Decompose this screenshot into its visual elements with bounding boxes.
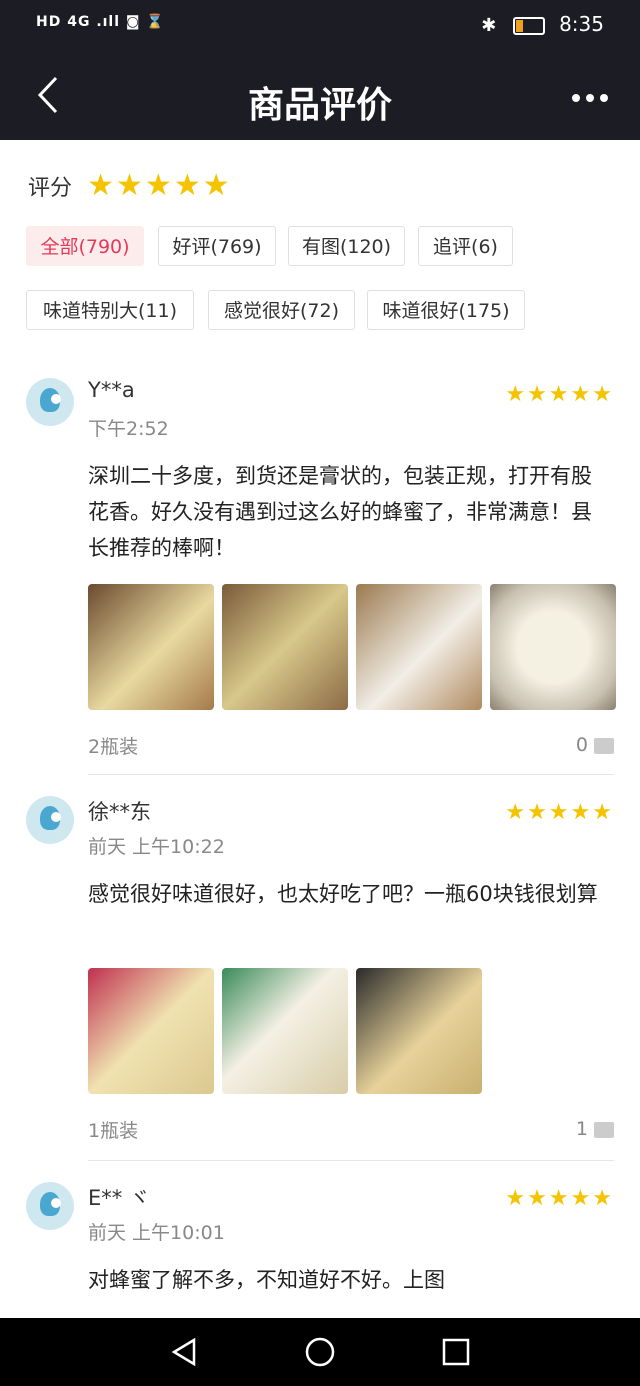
bluetooth-icon: ✱ bbox=[481, 15, 497, 36]
avatar[interactable] bbox=[26, 1182, 74, 1230]
rating-stars: ★★★★★ bbox=[87, 168, 232, 203]
review-time: 前天 上午10:22 bbox=[88, 836, 225, 858]
like-count-value: 0 bbox=[575, 734, 588, 756]
star-icon: ★ bbox=[527, 1186, 549, 1211]
thumb-up-icon bbox=[594, 737, 614, 754]
star-icon: ★ bbox=[144, 168, 172, 203]
reviewer-name: Y**a bbox=[88, 378, 135, 402]
star-icon: ★ bbox=[505, 800, 528, 825]
divider bbox=[88, 1160, 614, 1161]
star-icon: ★ bbox=[87, 168, 115, 203]
divider bbox=[88, 774, 614, 775]
recents-square-icon[interactable] bbox=[440, 1336, 472, 1368]
like-count-value: 1 bbox=[575, 1118, 588, 1140]
status-right: ✱ 8:35 bbox=[481, 12, 604, 36]
status-bar: HD 4G .ıll ◙ ⌛ ✱ 8:35 bbox=[0, 0, 640, 52]
review-stars: ★★★★★ bbox=[505, 1186, 614, 1211]
star-icon: ★ bbox=[173, 168, 201, 203]
review-stars: ★★★★★ bbox=[505, 382, 614, 407]
clock: 8:35 bbox=[559, 12, 604, 36]
like-count[interactable]: 1 bbox=[576, 1118, 614, 1140]
top-nav: 商品评价 bbox=[0, 52, 640, 140]
star-icon: ★ bbox=[570, 1186, 593, 1211]
star-icon: ★ bbox=[116, 168, 143, 203]
review-text: 深圳二十多度，到货还是膏状的，包装正规，打开有股花香。好久没有遇到过这么好的蜂蜜… bbox=[88, 464, 592, 560]
star-icon: ★ bbox=[570, 382, 593, 407]
avatar[interactable] bbox=[26, 378, 74, 426]
reviewer-name: 徐**东 bbox=[88, 800, 151, 824]
home-circle-icon[interactable] bbox=[304, 1336, 336, 1368]
product-spec: 1瓶装 bbox=[88, 1120, 139, 1142]
star-icon: ★ bbox=[505, 382, 528, 407]
review-time: 前天 上午10:01 bbox=[88, 1222, 225, 1244]
star-icon: ★ bbox=[527, 800, 549, 825]
review-photo[interactable] bbox=[490, 584, 616, 710]
review-stars: ★★★★★ bbox=[505, 800, 614, 825]
review-time: 下午2:52 bbox=[88, 418, 169, 440]
star-icon: ★ bbox=[592, 800, 614, 825]
review-photo[interactable] bbox=[222, 968, 348, 1094]
star-icon: ★ bbox=[592, 382, 614, 407]
avatar[interactable] bbox=[26, 796, 74, 844]
review-photo[interactable] bbox=[88, 968, 214, 1094]
like-count[interactable]: 0 bbox=[576, 734, 614, 756]
thumb-up-icon bbox=[594, 1121, 614, 1138]
filter-tastes-good[interactable]: 味道很好(175) bbox=[367, 290, 525, 330]
filter-all[interactable]: 全部(790) bbox=[26, 226, 144, 266]
system-nav-bar bbox=[0, 1318, 640, 1386]
star-icon: ★ bbox=[202, 168, 230, 203]
review-text: 感觉很好味道很好，也太好吃了吧？一瓶60块钱很划算 bbox=[88, 882, 598, 906]
star-icon: ★ bbox=[570, 800, 593, 825]
star-icon: ★ bbox=[505, 1186, 528, 1211]
star-icon: ★ bbox=[548, 382, 571, 407]
review-photo[interactable] bbox=[356, 584, 482, 710]
filter-with-photos[interactable]: 有图(120) bbox=[288, 226, 405, 266]
review-photo[interactable] bbox=[222, 584, 348, 710]
filter-follow-up[interactable]: 追评(6) bbox=[418, 226, 513, 266]
review-photo[interactable] bbox=[88, 584, 214, 710]
more-dots-icon bbox=[572, 94, 608, 102]
star-icon: ★ bbox=[548, 800, 571, 825]
review-text: 对蜂蜜了解不多，不知道好不好。上图 bbox=[88, 1268, 445, 1292]
review-photo[interactable] bbox=[356, 968, 482, 1094]
page-title: 商品评价 bbox=[247, 85, 392, 126]
filter-positive[interactable]: 好评(769) bbox=[158, 226, 276, 266]
battery-icon bbox=[512, 16, 545, 35]
filter-feels-good[interactable]: 感觉很好(72) bbox=[208, 290, 355, 330]
star-icon: ★ bbox=[548, 1186, 571, 1211]
status-left-icons: HD 4G .ıll ◙ ⌛ bbox=[36, 14, 165, 30]
filter-strong-taste[interactable]: 味道特别大(11) bbox=[26, 290, 194, 330]
product-spec: 2瓶装 bbox=[88, 736, 139, 758]
more-button[interactable] bbox=[570, 76, 610, 116]
rating-label: 评分 bbox=[28, 175, 73, 201]
rating-row: 评分 ★★★★★ bbox=[28, 168, 232, 204]
star-icon: ★ bbox=[527, 382, 549, 407]
back-triangle-icon[interactable] bbox=[168, 1336, 200, 1368]
star-icon: ★ bbox=[592, 1186, 614, 1211]
reviewer-name: E** ヾ bbox=[88, 1186, 150, 1210]
